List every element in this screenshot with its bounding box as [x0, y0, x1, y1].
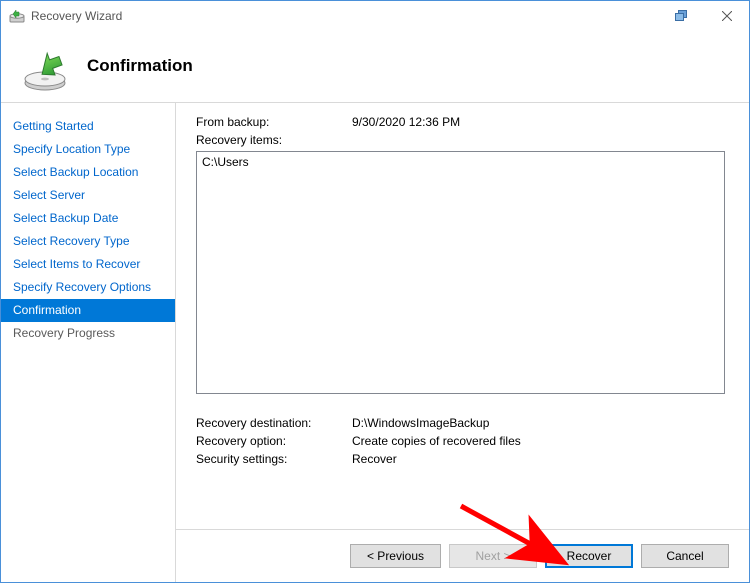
page-title: Confirmation — [87, 56, 193, 76]
cancel-button[interactable]: Cancel — [641, 544, 729, 568]
sidebar-step-5[interactable]: Select Recovery Type — [1, 230, 175, 253]
wizard-steps-sidebar: Getting StartedSpecify Location TypeSele… — [1, 103, 176, 582]
recovery-destination-label: Recovery destination: — [196, 416, 352, 430]
recovery-wizard-window: Recovery Wizard — [0, 0, 750, 583]
recovery-items-label: Recovery items: — [196, 133, 352, 147]
sidebar-step-1[interactable]: Specify Location Type — [1, 138, 175, 161]
security-settings-value: Recover — [352, 452, 729, 466]
recovery-destination-value: D:\WindowsImageBackup — [352, 416, 729, 430]
app-icon — [9, 8, 25, 24]
recovery-items-list[interactable]: C:\Users — [196, 151, 725, 394]
button-separator — [176, 529, 749, 530]
confirmation-panel: From backup: 9/30/2020 12:36 PM Recovery… — [176, 103, 749, 582]
wizard-header: Confirmation — [1, 31, 749, 96]
sidebar-step-2[interactable]: Select Backup Location — [1, 161, 175, 184]
from-backup-value: 9/30/2020 12:36 PM — [352, 115, 729, 129]
sidebar-step-3[interactable]: Select Server — [1, 184, 175, 207]
previous-button[interactable]: < Previous — [350, 544, 441, 568]
next-button: Next > — [449, 544, 537, 568]
titlebar: Recovery Wizard — [1, 1, 749, 31]
sidebar-step-4[interactable]: Select Backup Date — [1, 207, 175, 230]
recovery-item[interactable]: C:\Users — [202, 155, 719, 169]
recovery-option-value: Create copies of recovered files — [352, 434, 729, 448]
recover-button[interactable]: Recover — [545, 544, 633, 568]
wizard-button-row: < Previous Next > Recover Cancel — [350, 544, 729, 568]
close-icon[interactable] — [704, 1, 749, 31]
maximize-icon[interactable] — [659, 1, 704, 31]
recovery-icon — [21, 45, 69, 93]
sidebar-step-9: Recovery Progress — [1, 322, 175, 345]
window-title: Recovery Wizard — [31, 9, 122, 23]
recovery-option-label: Recovery option: — [196, 434, 352, 448]
from-backup-label: From backup: — [196, 115, 352, 129]
sidebar-step-0[interactable]: Getting Started — [1, 115, 175, 138]
security-settings-label: Security settings: — [196, 452, 352, 466]
sidebar-step-8[interactable]: Confirmation — [1, 299, 175, 322]
sidebar-step-7[interactable]: Specify Recovery Options — [1, 276, 175, 299]
sidebar-step-6[interactable]: Select Items to Recover — [1, 253, 175, 276]
window-controls — [659, 1, 749, 31]
wizard-body: Getting StartedSpecify Location TypeSele… — [1, 103, 749, 582]
